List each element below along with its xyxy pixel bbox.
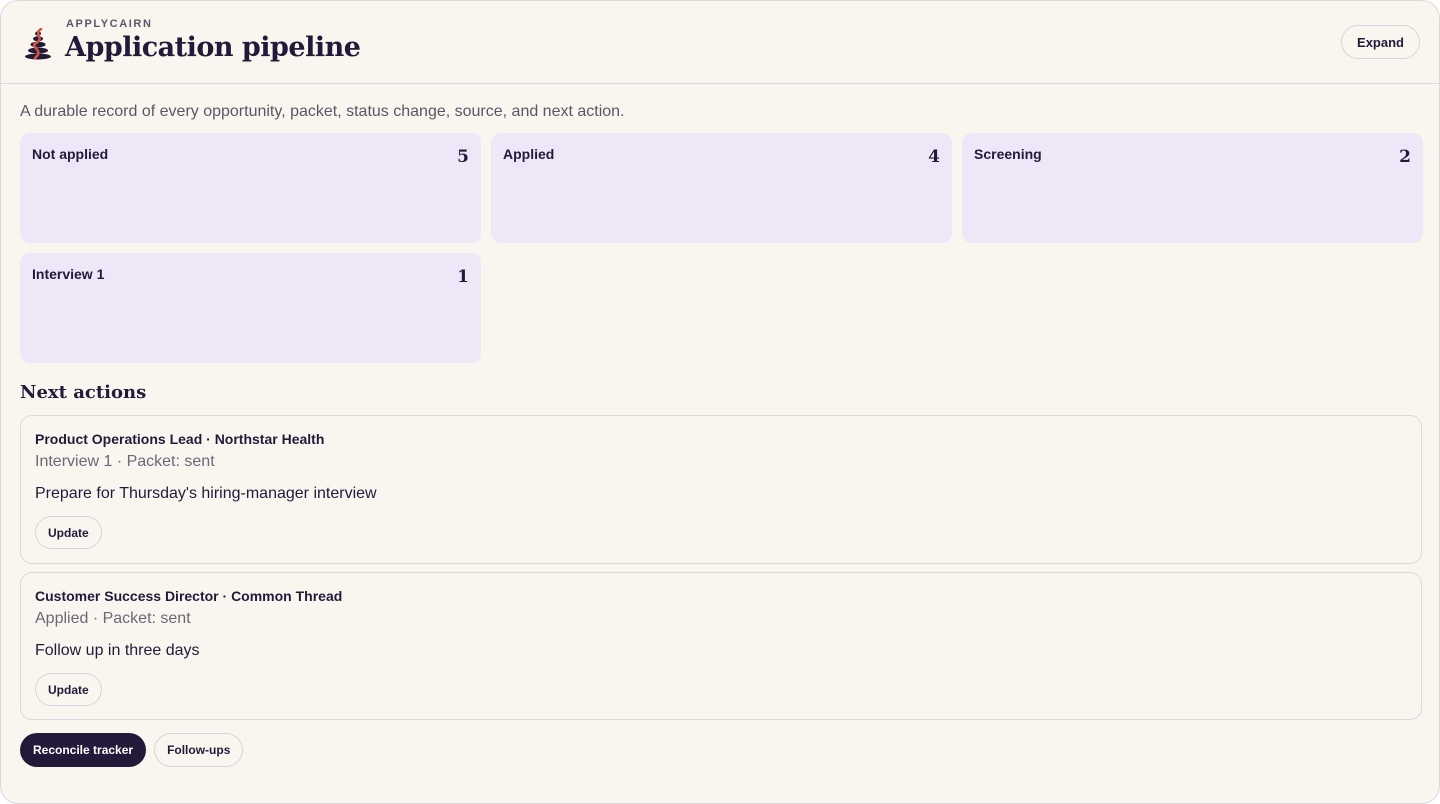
action-note: Follow up in three days [35,642,200,659]
action-meta: Applied · Packet: sent [35,610,191,627]
stage-count: 2 [1399,147,1411,167]
next-actions-list: Product Operations Lead · Northstar Heal… [20,415,1422,728]
stage-card-interview-1[interactable]: Interview 1 1 [20,253,481,363]
action-note: Prepare for Thursday's hiring-manager in… [35,485,377,502]
stage-grid: Not applied 5 Applied 4 Screening 2 Inte… [20,133,1423,363]
update-button[interactable]: Update [35,673,102,706]
stage-card-applied[interactable]: Applied 4 [491,133,952,243]
stage-count: 4 [928,147,940,167]
stage-name: Screening [974,146,1042,162]
action-title: Customer Success Director · Common Threa… [35,588,343,604]
update-button[interactable]: Update [35,516,102,549]
expand-button[interactable]: Expand [1341,25,1420,59]
stage-count: 5 [457,147,469,167]
action-title: Product Operations Lead · Northstar Heal… [35,431,325,447]
stage-card-screening[interactable]: Screening 2 [962,133,1423,243]
stage-card-not-applied[interactable]: Not applied 5 [20,133,481,243]
stage-count: 1 [457,267,469,287]
reconcile-tracker-button[interactable]: Reconcile tracker [20,733,147,767]
footer-actions: Reconcile tracker Follow-ups [20,733,244,767]
page-title: Application pipeline [65,32,361,63]
cairn-logo-icon [25,28,51,60]
brand-name: APPLYCAIRN [66,18,153,30]
action-card: Product Operations Lead · Northstar Heal… [20,415,1422,564]
stage-name: Applied [503,146,555,162]
follow-ups-button[interactable]: Follow-ups [154,733,244,767]
action-card: Customer Success Director · Common Threa… [20,572,1422,720]
stage-name: Not applied [32,146,109,162]
pipeline-panel: APPLYCAIRN Application pipeline Expand A… [0,0,1440,804]
header: APPLYCAIRN Application pipeline Expand [1,1,1439,84]
page-description: A durable record of every opportunity, p… [20,103,625,120]
stage-name: Interview 1 [32,266,105,282]
action-meta: Interview 1 · Packet: sent [35,453,215,470]
next-actions-heading: Next actions [20,382,147,403]
